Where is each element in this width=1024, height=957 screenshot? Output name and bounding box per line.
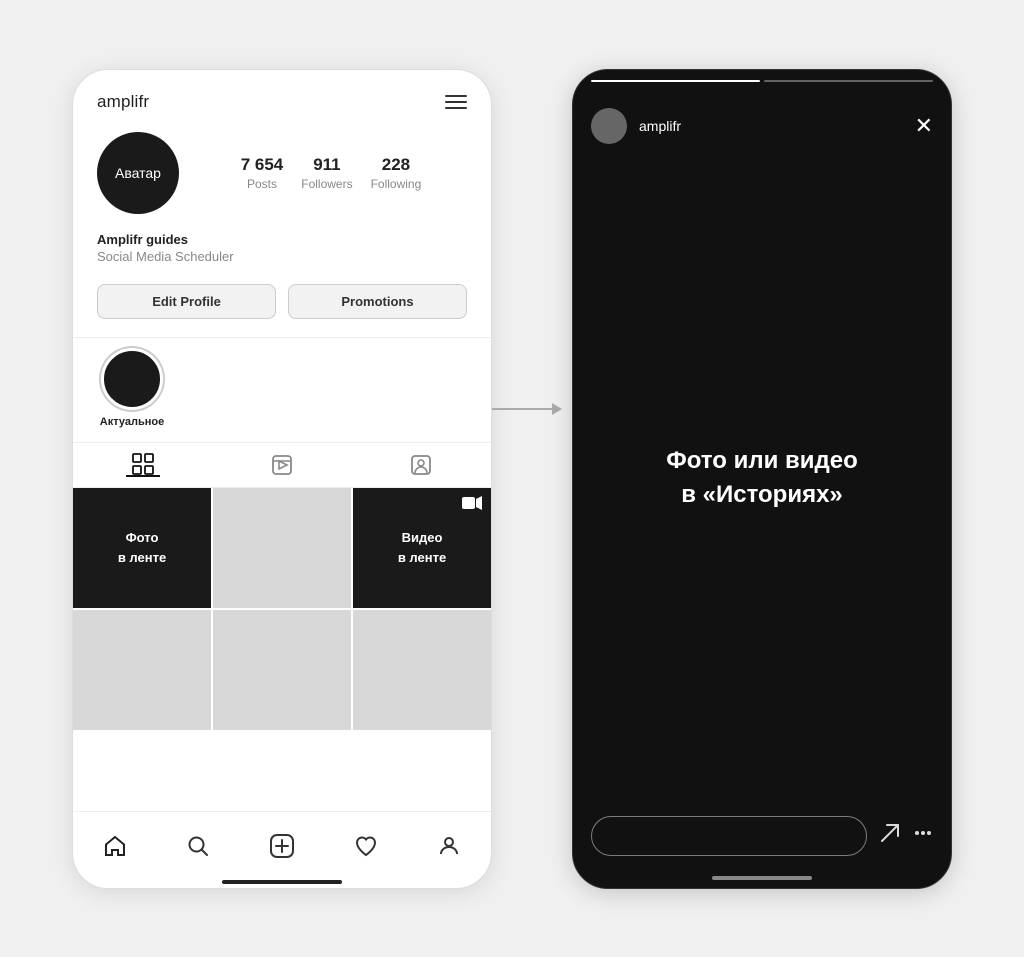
tab-tagged-icon[interactable] [404, 453, 438, 477]
nav-add-icon[interactable] [262, 826, 302, 866]
profile-row: Аватар 7 654 Posts 911 Followers 228 Fol… [73, 122, 491, 228]
grid-cell-2[interactable] [213, 488, 351, 608]
grid-cell-5[interactable] [213, 610, 351, 730]
stat-following: 228 Following [371, 155, 422, 191]
phone-right: amplifr ✕ Фото или видео в «Историях» [572, 69, 952, 889]
grid-cell-3[interactable]: Видео в ленте [353, 488, 491, 608]
posts-label: Posts [247, 177, 277, 191]
tab-reels-icon[interactable] [265, 453, 299, 477]
nav-profile-icon[interactable] [429, 826, 469, 866]
stat-followers: 911 Followers [301, 155, 352, 191]
story-close-icon[interactable]: ✕ [915, 113, 933, 139]
story-bottom [573, 802, 951, 876]
nav-home-icon[interactable] [95, 826, 135, 866]
left-username: amplifr [97, 92, 149, 112]
story-highlight-circle[interactable] [101, 348, 163, 410]
nav-heart-icon[interactable] [346, 826, 386, 866]
story-content: Фото или видео в «Историях» [573, 154, 951, 802]
home-indicator [222, 880, 342, 884]
phone-left: amplifr Аватар 7 654 Posts 911 Followers [72, 69, 492, 889]
bio-section: Amplifr guides Social Media Scheduler [73, 228, 491, 278]
tab-grid-icon[interactable] [126, 453, 160, 477]
progress-bar-1 [591, 80, 760, 82]
grid-cell-3-text: Видео в ленте [398, 528, 446, 567]
story-home-indicator [712, 876, 812, 880]
bio-description: Social Media Scheduler [97, 249, 467, 264]
story-avatar [591, 108, 627, 144]
arrow-head [552, 403, 562, 415]
story-reply-input[interactable] [591, 816, 867, 856]
story-progress-bars [591, 80, 933, 82]
post-grid: Фото в ленте Видео в ленте [73, 488, 491, 730]
phone-header: amplifr [73, 70, 491, 122]
edit-profile-button[interactable]: Edit Profile [97, 284, 276, 319]
progress-bar-2 [764, 80, 933, 82]
story-username: amplifr [639, 118, 903, 134]
grid-cell-4[interactable] [73, 610, 211, 730]
bio-name: Amplifr guides [97, 232, 467, 247]
story-send-icon[interactable] [879, 822, 901, 850]
nav-search-icon[interactable] [178, 826, 218, 866]
stat-posts: 7 654 Posts [241, 155, 284, 191]
story-more-icon[interactable] [913, 823, 933, 849]
following-label: Following [371, 177, 422, 191]
action-buttons: Edit Profile Promotions [73, 278, 491, 337]
story-highlight-item[interactable]: Актуальное [97, 348, 167, 428]
followers-label: Followers [301, 177, 352, 191]
video-camera-icon [462, 495, 482, 516]
story-main-text: Фото или видео в «Историях» [666, 444, 857, 511]
followers-count: 911 [313, 155, 340, 175]
posts-count: 7 654 [241, 155, 284, 175]
stories-section: Актуальное [73, 337, 491, 442]
following-count: 228 [382, 155, 410, 175]
grid-icon [132, 453, 154, 475]
grid-cell-6[interactable] [353, 610, 491, 730]
promotions-button[interactable]: Promotions [288, 284, 467, 319]
story-header: amplifr ✕ [573, 90, 951, 154]
connector-arrow [492, 403, 572, 415]
bottom-nav [73, 811, 491, 874]
avatar: Аватар [97, 132, 179, 214]
tabs-row [73, 442, 491, 488]
story-highlight-label: Актуальное [100, 416, 164, 428]
grid-cell-1-text: Фото в ленте [118, 528, 166, 567]
grid-cell-1[interactable]: Фото в ленте [73, 488, 211, 608]
main-wrapper: amplifr Аватар 7 654 Posts 911 Followers [72, 69, 952, 889]
tagged-icon [410, 454, 432, 476]
reels-icon [271, 454, 293, 476]
connector-line [492, 408, 552, 410]
hamburger-menu-icon[interactable] [445, 95, 467, 109]
stats-row: 7 654 Posts 911 Followers 228 Following [195, 155, 467, 191]
